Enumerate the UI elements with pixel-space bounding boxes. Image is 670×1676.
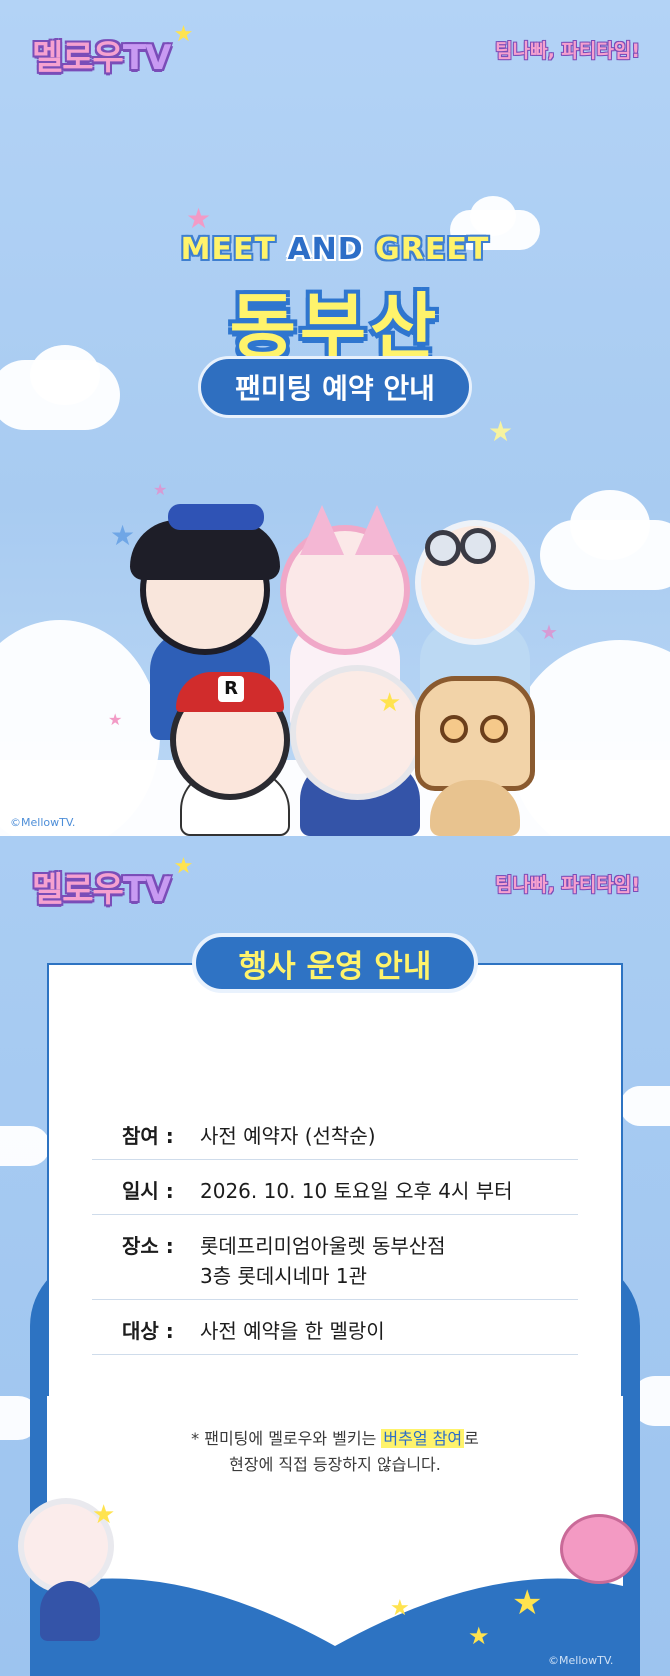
logo-text: 멜로우 [32, 38, 124, 78]
detail-label: 장소 : [122, 1234, 174, 1258]
tagline: 팀나빠, 파티타임! [495, 874, 640, 896]
reservation-badge: 팬미팅 예약 안내 [198, 356, 472, 418]
mellowtv-logo: 멜로우TV ★ [32, 854, 193, 911]
detail-row-audience: 대상 : 사전 예약을 한 멜랑이 [92, 1309, 578, 1355]
star-icon: ★ [512, 1583, 543, 1623]
logo-tv-text: TV [122, 870, 172, 910]
detail-value: 2026. 10. 10 토요일 오후 4시 부터 [200, 1179, 513, 1203]
section-title: 행사 운영 안내 [192, 933, 478, 993]
detail-value: 사전 예약자 (선착순) [200, 1124, 376, 1148]
virtual-participation-note: * 팬미팅에 멜로우와 벨키는 버추얼 참여 로 현장에 직접 등장하지 않습니다… [0, 1426, 670, 1478]
detail-row-participation: 참여 : 사전 예약자 (선착순) [92, 1114, 578, 1160]
note-highlight: 버추얼 참여 [381, 1429, 465, 1448]
meet-and-greet-title: MEET AND GREET [0, 232, 670, 267]
sparkle-icon: ★ [173, 854, 194, 879]
fanmeeting-poster: 멜로우TV ★ 팀나빠, 파티타임! ★ ★ ★ ★ ★ ★ MEET AND … [0, 0, 670, 836]
cloud-decoration [570, 490, 650, 560]
copyright-text: ©MellowTV. [10, 816, 76, 829]
star-icon: ★ [540, 620, 558, 644]
star-icon: ★ [186, 202, 212, 235]
venue-line-1: 롯데프리미엄아울렛 동부산점 [200, 1234, 446, 1258]
star-icon: ★ [488, 415, 514, 448]
logo-tv-text: TV [122, 38, 172, 78]
mellowtv-logo: 멜로우TV ★ [32, 22, 193, 79]
cloud-decoration [470, 196, 516, 236]
star-icon: ★ [153, 480, 168, 499]
detail-value: 롯데프리미엄아울렛 동부산점 3층 롯데시네마 1관 [200, 1231, 578, 1291]
note-prefix: * 팬미팅에 멜로우와 벨키는 [191, 1429, 382, 1448]
logo-text: 멜로우 [32, 870, 124, 910]
detail-row-datetime: 일시 : 2026. 10. 10 토요일 오후 4시 부터 [92, 1169, 578, 1215]
venue-line-2: 3층 롯데시네마 1관 [200, 1264, 367, 1288]
greet-text: GREET [375, 232, 490, 267]
detail-label: 일시 : [122, 1179, 174, 1203]
star-icon: ★ [468, 1622, 490, 1650]
star-icon: ★ [108, 710, 123, 729]
detail-label: 참여 : [122, 1124, 174, 1148]
event-info-panel: 멜로우TV ★ 팀나빠, 파티타임! 행사 운영 안내 참여 : 사전 예약자 … [0, 836, 670, 1676]
tagline: 팀나빠, 파티타임! [495, 40, 640, 62]
cloud-decoration [0, 1126, 50, 1166]
detail-value: 사전 예약을 한 멜랑이 [200, 1319, 385, 1343]
and-text: AND [287, 232, 364, 267]
star-icon: ★ [390, 1596, 410, 1621]
note-suffix: 로 [464, 1429, 479, 1448]
detail-label: 대상 : [122, 1319, 174, 1343]
sparkle-icon: ★ [173, 22, 194, 47]
meet-text: MEET [180, 232, 276, 267]
note-line-2: 현장에 직접 등장하지 않습니다. [229, 1455, 441, 1474]
event-details: 참여 : 사전 예약자 (선착순) 일시 : 2026. 10. 10 토요일 … [92, 1114, 578, 1364]
detail-row-venue: 장소 : 롯데프리미엄아울렛 동부산점 3층 롯데시네마 1관 [92, 1224, 578, 1300]
copyright-text: ©MellowTV. [548, 1654, 614, 1667]
cloud-decoration [620, 1086, 670, 1126]
star-icon: ★ [110, 519, 136, 552]
